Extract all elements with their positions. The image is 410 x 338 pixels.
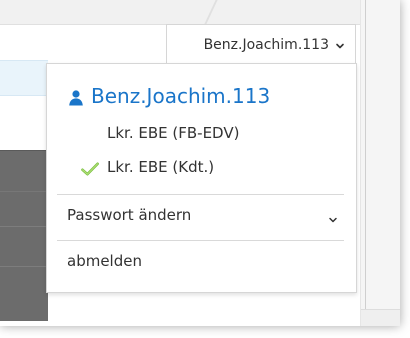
background-divider <box>0 226 48 227</box>
profile-link[interactable]: Benz.Joachim.113 <box>67 84 270 108</box>
change-password-label: Passwort ändern <box>67 206 192 224</box>
user-menu-toggle[interactable]: Benz.Joachim.113 <box>166 24 356 64</box>
header-username: Benz.Joachim.113 <box>203 36 329 53</box>
logout-item[interactable]: abmelden <box>67 252 338 270</box>
right-scroll-area <box>360 0 400 326</box>
role-item-kdt[interactable]: Lkr. EBE (Kdt.) <box>107 158 214 176</box>
logout-label: abmelden <box>67 252 142 270</box>
user-dropdown-menu: Benz.Joachim.113 Lkr. EBE (FB-EDV) Lkr. … <box>46 63 357 293</box>
background-divider <box>0 266 48 267</box>
screenshot: Benz.Joachim.113 Benz.Joachim.113 Lkr. E… <box>0 0 410 338</box>
background-dark-panel <box>0 150 48 321</box>
bottom-strip <box>361 309 400 326</box>
background-blue-panel <box>0 60 48 96</box>
menu-divider <box>57 194 344 195</box>
window-frame: Benz.Joachim.113 Benz.Joachim.113 Lkr. E… <box>0 0 400 326</box>
person-icon <box>67 88 85 106</box>
role-label: Lkr. EBE (FB-EDV) <box>107 124 240 142</box>
chevron-down-icon <box>328 211 338 223</box>
chevron-down-icon <box>335 39 345 49</box>
scroll-track-line <box>365 0 366 326</box>
change-password-item[interactable]: Passwort ändern <box>67 206 338 224</box>
role-item-fb-edv[interactable]: Lkr. EBE (FB-EDV) <box>107 124 239 142</box>
menu-divider <box>57 240 344 241</box>
check-icon <box>81 162 99 176</box>
background-top-bar <box>0 0 360 25</box>
role-label: Lkr. EBE (Kdt.) <box>107 158 215 176</box>
profile-username: Benz.Joachim.113 <box>91 84 271 108</box>
